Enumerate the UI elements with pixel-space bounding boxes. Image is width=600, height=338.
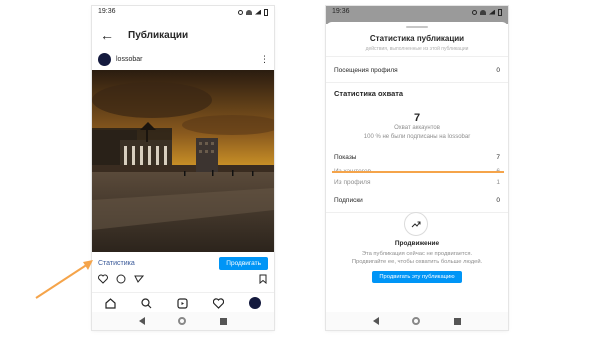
battery-icon [498, 8, 502, 16]
nav-recent-icon[interactable] [454, 317, 462, 325]
sheet-title: Статистика публикации [369, 34, 465, 43]
profile-visits-label: Посещения профиля [334, 67, 398, 74]
divider [326, 56, 508, 57]
impressions-label: Показы [334, 154, 357, 161]
reach-label: Охват аккаунтов [394, 125, 440, 131]
signal-icon [489, 9, 495, 15]
profile-visits-row: Посещения профиля 0 [334, 67, 500, 74]
status-time: 19:36 [98, 8, 116, 15]
comment-icon[interactable] [116, 274, 126, 284]
nav-recent-icon[interactable] [220, 317, 228, 325]
activity-icon[interactable] [213, 297, 225, 309]
profile-avatar[interactable] [249, 297, 262, 309]
status-time: 19:36 [332, 8, 350, 15]
nav-back-icon[interactable] [372, 317, 379, 325]
status-icons [472, 8, 502, 16]
follows-value: 0 [496, 197, 500, 204]
post-icon-row [92, 273, 274, 285]
promote-post-button[interactable]: Продвигать эту публикацию [372, 271, 462, 283]
avatar[interactable] [98, 52, 111, 66]
phone-right: 19:36 Статистика публикации действия, вы… [326, 6, 508, 330]
from-hashtags-label: Из хэштегов [334, 168, 372, 175]
impressions-value: 7 [496, 154, 500, 161]
alarm-icon [238, 9, 243, 15]
reels-icon[interactable] [177, 297, 188, 309]
reach-note: 100 % не были подписаны на lossobar [363, 134, 471, 140]
home-icon[interactable] [104, 297, 116, 309]
share-icon[interactable] [134, 274, 144, 284]
bookmark-icon[interactable] [258, 274, 268, 284]
wifi-icon [480, 9, 486, 15]
from-profile-row: Из профиля 1 [334, 179, 500, 186]
nav-home-icon[interactable] [412, 317, 421, 325]
page-title: Публикации [128, 29, 189, 41]
reach-section-title: Статистика охвата [334, 89, 404, 98]
annotation-arrow-line [35, 263, 89, 299]
android-nav [92, 312, 274, 330]
post-actions: Статистика Продвигать [92, 256, 274, 270]
sheet-handle[interactable] [406, 26, 428, 28]
status-icons [238, 8, 268, 16]
nav-back-icon[interactable] [138, 317, 145, 325]
status-bar: 19:36 [326, 6, 508, 18]
wifi-icon [246, 9, 252, 15]
promotion-title: Продвижение [394, 240, 440, 247]
nav-home-icon[interactable] [178, 317, 187, 325]
promote-button[interactable]: Продвигать [219, 256, 268, 270]
android-nav [326, 312, 508, 330]
back-arrow-icon[interactable]: ← [100, 27, 118, 43]
insights-sheet: Статистика публикации действия, выполнен… [326, 22, 508, 312]
battery-icon [264, 8, 268, 16]
from-hashtags-value: 6 [496, 168, 500, 175]
promotion-circle [404, 212, 428, 236]
post-header: lossobar ⋮ [92, 50, 274, 68]
bottom-nav [92, 292, 274, 313]
reach-value: 7 [413, 112, 421, 124]
phone-left: 19:36 ← Публикации lossobar ⋮ Статистика… [92, 6, 274, 330]
statistics-link[interactable]: Статистика [98, 260, 135, 267]
promotion-description: Эта публикация сейчас не продвигается. П… [351, 251, 483, 265]
follows-row: Подписки 0 [334, 197, 500, 204]
from-hashtags-row: Из хэштегов 6 [334, 168, 500, 175]
post-photo [92, 70, 274, 252]
from-profile-value: 1 [496, 179, 500, 186]
username[interactable]: lossobar [116, 56, 260, 63]
annotation-layer [35, 171, 504, 299]
heart-icon[interactable] [98, 274, 108, 284]
trend-icon [411, 221, 421, 228]
status-bar: 19:36 [92, 6, 274, 18]
search-icon[interactable] [141, 297, 152, 309]
impressions-row: Показы 7 [334, 154, 500, 161]
alarm-icon [472, 9, 477, 15]
divider [326, 82, 508, 83]
truncated-text: действия, выполненные из этой публикации [365, 46, 469, 52]
from-profile-label: Из профиля [334, 179, 371, 186]
signal-icon [255, 9, 261, 15]
more-icon[interactable]: ⋮ [260, 54, 269, 65]
header: ← Публикации [92, 24, 274, 46]
follows-label: Подписки [334, 197, 363, 204]
profile-visits-value: 0 [496, 67, 500, 74]
